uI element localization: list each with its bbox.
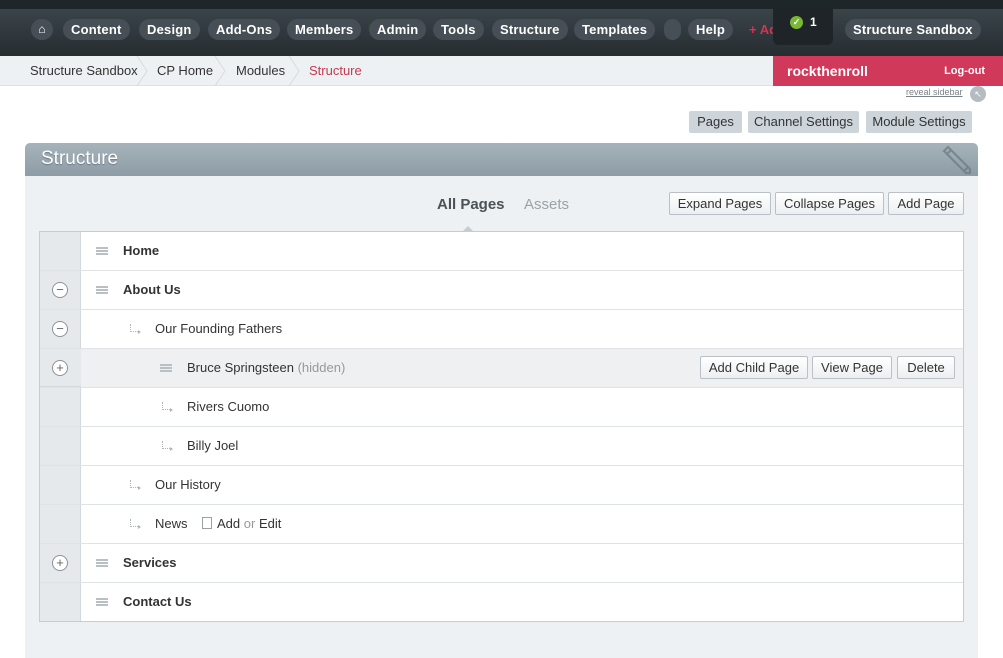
drag-handle-icon[interactable] [96, 286, 108, 294]
breadcrumb-site[interactable]: Structure Sandbox [30, 56, 138, 86]
top-navigation: ⌂ Content Design Add-Ons Members Admin T… [0, 0, 1003, 56]
child-elbow-icon [162, 402, 173, 412]
expand-plus-icon[interactable]: + [52, 555, 68, 571]
page-title-link[interactable]: News [155, 505, 188, 543]
tree-row-our-history[interactable]: Our History [40, 466, 963, 505]
breadcrumb-current: Structure [309, 63, 362, 78]
breadcrumb-separator-icon [214, 56, 226, 86]
expand-plus-icon[interactable]: + [52, 360, 68, 376]
page-title-link[interactable]: Bruce Springsteen (hidden) [187, 349, 345, 387]
listing-document-icon [202, 517, 217, 534]
username-link[interactable]: rockthenroll [787, 56, 868, 86]
child-elbow-icon [162, 441, 173, 451]
notification-count: 1 [810, 15, 817, 29]
page-title-link[interactable]: Contact Us [123, 583, 192, 621]
page-title-link[interactable]: About Us [123, 271, 181, 309]
pages-button[interactable]: Pages [689, 111, 742, 133]
nav-tools[interactable]: Tools [433, 19, 484, 40]
nav-members[interactable]: Members [287, 19, 362, 40]
page-title-link[interactable]: Home [123, 232, 159, 270]
page-title-link[interactable]: Services [123, 544, 177, 582]
tree-row-home[interactable]: Home [40, 232, 963, 271]
module-settings-button[interactable]: Module Settings [866, 111, 972, 133]
breadcrumb-separator-icon [288, 56, 300, 86]
channel-settings-button[interactable]: Channel Settings [748, 111, 859, 133]
nav-content[interactable]: Content [63, 19, 130, 40]
structure-panel: Structure All Pages Assets Expand Pages … [25, 143, 978, 658]
listing-add-link[interactable]: Add [217, 516, 240, 531]
child-elbow-icon [130, 519, 141, 529]
add-child-page-button[interactable]: Add Child Page [700, 356, 808, 379]
expand-pages-button[interactable]: Expand Pages [669, 192, 771, 215]
drag-handle-icon[interactable] [96, 247, 108, 255]
collapse-minus-icon[interactable]: − [52, 282, 68, 298]
drag-handle-icon[interactable] [96, 598, 108, 606]
tree-row-rivers-cuomo[interactable]: Rivers Cuomo [40, 388, 963, 427]
child-elbow-icon [130, 324, 141, 334]
page-title-link[interactable]: Rivers Cuomo [187, 388, 269, 426]
view-page-button[interactable]: View Page [812, 356, 892, 379]
home-icon[interactable]: ⌂ [31, 19, 53, 40]
tree-row-news[interactable]: News Add or Edit [40, 505, 963, 544]
add-page-button[interactable]: Add Page [888, 192, 964, 215]
breadcrumb: Structure Sandbox CP Home Modules Struct… [0, 56, 773, 86]
nav-add-ons[interactable]: Add-Ons [208, 19, 281, 40]
nav-add-link[interactable]: + Add [749, 19, 773, 40]
site-name-button[interactable]: Structure Sandbox [845, 19, 981, 40]
tree-row-bruce-springsteen[interactable]: + Bruce Springsteen (hidden) Add Child P… [40, 349, 963, 388]
breadcrumb-modules[interactable]: Modules [236, 56, 285, 86]
child-elbow-icon [130, 480, 141, 490]
page-title-text: Bruce Springsteen [187, 360, 294, 375]
tree-row-our-founding-fathers[interactable]: − Our Founding Fathers [40, 310, 963, 349]
collapse-pages-button[interactable]: Collapse Pages [775, 192, 884, 215]
collapse-minus-icon[interactable]: − [52, 321, 68, 337]
listing-or-text: or [243, 516, 256, 531]
panel-header: Structure [25, 143, 978, 176]
panel-title: Structure [41, 148, 119, 169]
tree-row-billy-joel[interactable]: Billy Joel [40, 427, 963, 466]
nav-design[interactable]: Design [139, 19, 200, 40]
notification-tab[interactable]: ✓ 1 [773, 9, 833, 45]
tab-assets[interactable]: Assets [524, 196, 569, 213]
breadcrumb-cp-home[interactable]: CP Home [157, 56, 213, 86]
drag-handle-icon[interactable] [160, 364, 172, 372]
user-bar: rockthenroll Log-out [773, 56, 1003, 86]
listing-edit-link[interactable]: Edit [259, 516, 281, 531]
sidebar-toggle-icon[interactable]: ↖ [970, 86, 986, 102]
page-title-link[interactable]: Billy Joel [187, 427, 238, 465]
page-title-link[interactable]: Our History [155, 466, 221, 504]
tree-row-about-us[interactable]: − About Us [40, 271, 963, 310]
page-tree: Home − About Us − Our Founding Fathers +… [39, 231, 964, 622]
pencil-icon [942, 145, 972, 175]
reveal-sidebar-link[interactable]: reveal sidebar [906, 87, 963, 97]
page-title-link[interactable]: Our Founding Fathers [155, 310, 282, 348]
tab-all-pages[interactable]: All Pages [437, 196, 505, 213]
nav-admin[interactable]: Admin [369, 19, 427, 40]
nav-spacer-dot [664, 19, 681, 40]
listing-add-edit: Add or Edit [217, 505, 281, 543]
tree-row-contact-us[interactable]: Contact Us [40, 583, 963, 622]
check-icon: ✓ [790, 16, 803, 29]
hidden-status-label: (hidden) [297, 360, 346, 375]
logout-link[interactable]: Log-out [944, 56, 985, 86]
nav-help[interactable]: Help [688, 19, 733, 40]
tree-row-services[interactable]: + Services [40, 544, 963, 583]
delete-page-button[interactable]: Delete [897, 356, 955, 379]
nav-templates[interactable]: Templates [574, 19, 656, 40]
breadcrumb-separator-icon [136, 56, 148, 86]
nav-structure[interactable]: Structure [492, 19, 568, 40]
drag-handle-icon[interactable] [96, 559, 108, 567]
